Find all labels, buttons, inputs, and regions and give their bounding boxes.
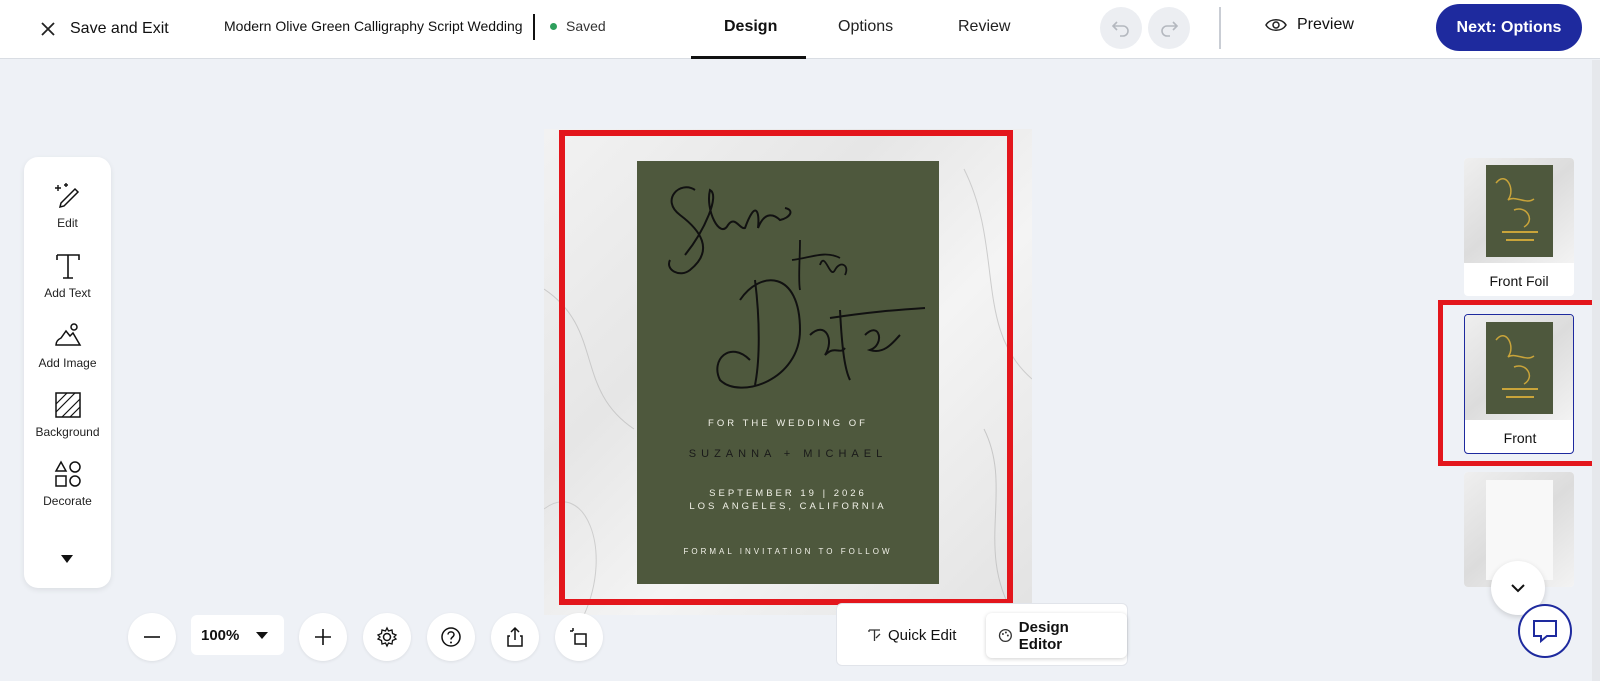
settings-button[interactable] [363,613,411,661]
tool-background[interactable]: Background [24,390,111,439]
save-and-exit-button[interactable]: Save and Exit [38,14,169,44]
gear-icon [376,626,398,648]
card-couple-names: SUZANNA + MICHAEL [688,448,888,460]
zoom-out-button[interactable] [128,613,176,661]
crop-icon [570,628,587,647]
undo-button[interactable] [1100,7,1142,49]
shapes-icon [54,460,81,487]
page-scrollbar[interactable] [1592,60,1600,681]
save-the-date-script [668,186,926,389]
caret-down-icon[interactable] [60,554,74,564]
help-icon [441,627,461,647]
undo-icon [1111,21,1129,37]
background-icon [54,392,81,418]
toolbar-divider [1219,7,1221,49]
redo-icon [1161,21,1179,37]
next-options-button[interactable]: Next: Options [1436,4,1582,51]
document-title: Modern Olive Green Calligraphy Script We… [224,18,523,34]
crop-button[interactable] [555,613,603,661]
text-icon [55,254,80,279]
preview-label: Preview [1297,16,1354,33]
eye-icon [1265,19,1287,31]
top-bar: Save and Exit Modern Olive Green Calligr… [0,0,1600,59]
tool-edit[interactable]: Edit [24,181,111,230]
caret-down-icon [256,631,268,639]
tool-add-text[interactable]: Add Text [24,251,111,300]
card-line-wedding-of: FOR THE WEDDING OF [708,418,868,429]
saved-status-dot [550,22,557,30]
minus-icon [144,636,160,638]
help-button[interactable] [427,613,475,661]
tab-design[interactable]: Design [724,18,777,36]
tool-decorate-label: Decorate [43,494,92,508]
tool-add-text-label: Add Text [44,286,91,300]
share-button[interactable] [491,613,539,661]
chevron-down-icon [1511,584,1525,593]
zoom-level-value: 100% [201,626,240,644]
card-date: SEPTEMBER 19 | 2026 [709,488,867,499]
chat-button[interactable] [1518,604,1572,658]
plus-icon [315,629,331,645]
design-editor-button[interactable]: Design Editor [986,613,1127,658]
quick-edit-label: Quick Edit [888,627,957,644]
zoom-in-button[interactable] [299,613,347,661]
save-status: Saved [550,18,606,34]
thumbnail-card [1486,322,1553,414]
palette-icon [998,628,1012,643]
tool-panel: Edit Add Text Add Image Background Decor… [24,157,111,588]
magic-pencil-icon [54,183,79,209]
tool-add-image[interactable]: Add Image [24,321,111,370]
tab-review[interactable]: Review [958,18,1010,36]
tab-options[interactable]: Options [838,18,893,36]
tool-decorate[interactable]: Decorate [24,459,111,508]
save-status-label: Saved [566,18,606,34]
image-icon [54,323,81,346]
close-icon [41,22,55,36]
title-divider [533,14,535,40]
zoom-level-select[interactable]: 100% [191,615,284,655]
gold-script-thumbnail [1495,178,1538,241]
gold-script-thumbnail [1495,335,1538,398]
thumbnail-card [1486,165,1553,257]
chat-icon [1533,620,1557,644]
card-footer: FORMAL INVITATION TO FOLLOW [683,547,893,556]
thumbnail-front-foil-label: Front Foil [1489,273,1549,289]
tool-edit-label: Edit [57,216,78,230]
thumbnail-front-foil[interactable]: Front Foil [1464,158,1574,296]
redo-button[interactable] [1148,7,1190,49]
quick-edit-icon [868,629,881,641]
share-icon [507,626,523,647]
quick-edit-button[interactable]: Quick Edit [867,613,956,658]
preview-button[interactable]: Preview [1265,16,1354,34]
thumbnail-front-label: Front [1503,430,1537,446]
design-editor-label: Design Editor [1018,618,1069,653]
thumbnail-front[interactable]: Front [1464,314,1574,454]
editor-mode-switch: Quick Edit Design Editor [836,603,1128,666]
save-and-exit-label: Save and Exit [70,20,169,37]
card-location: LOS ANGELES, CALIFORNIA [689,501,887,512]
tool-add-image-label: Add Image [38,356,97,370]
tool-background-label: Background [35,425,100,439]
active-tab-indicator [691,56,806,59]
